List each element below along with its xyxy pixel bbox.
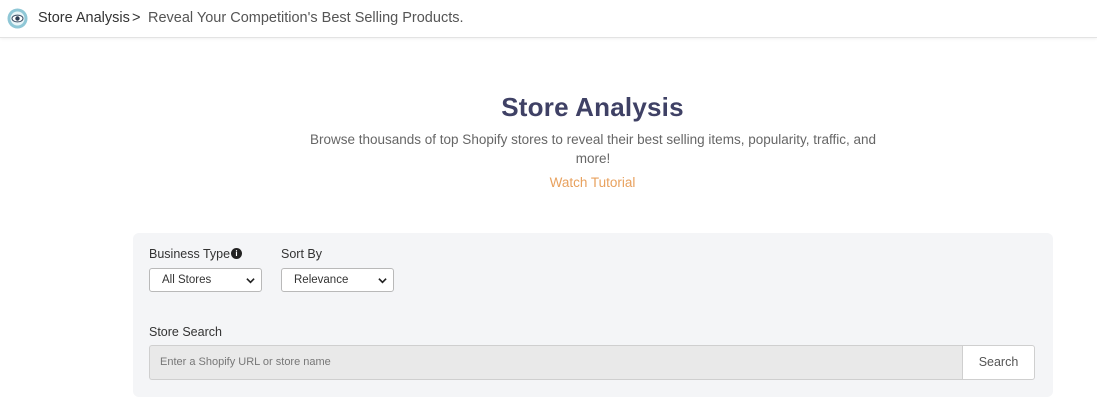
page-description: Browse thousands of top Shopify stores t… (309, 132, 877, 166)
eye-logo-icon[interactable] (7, 8, 28, 29)
sort-by-select[interactable]: Relevance (281, 268, 394, 292)
store-search-input[interactable]: Enter a Shopify URL or store name (149, 345, 963, 380)
sort-by-value: Relevance (294, 274, 349, 286)
breadcrumb-separator: > (132, 10, 141, 26)
page-title: Store Analysis (501, 92, 684, 122)
chevron-down-icon (378, 278, 387, 284)
breadcrumb-subtitle: Reveal Your Competition's Best Selling P… (148, 10, 464, 26)
store-search-placeholder: Enter a Shopify URL or store name (160, 356, 331, 368)
chevron-down-icon (246, 278, 255, 284)
store-search-label: Store Search (149, 325, 222, 339)
search-button[interactable]: Search (962, 345, 1035, 380)
business-type-select[interactable]: All Stores (149, 268, 262, 292)
breadcrumb-title[interactable]: Store Analysis (38, 10, 130, 26)
business-type-label: Business Type (149, 247, 231, 261)
filter-panel: Business Type i Sort By All Stores Relev… (133, 233, 1053, 397)
sort-by-label: Sort By (281, 247, 322, 261)
top-bar: Store Analysis > Reveal Your Competition… (0, 0, 1097, 38)
business-type-value: All Stores (162, 274, 212, 286)
info-icon[interactable]: i (231, 248, 242, 259)
watch-tutorial-link[interactable]: Watch Tutorial (0, 175, 1097, 190)
